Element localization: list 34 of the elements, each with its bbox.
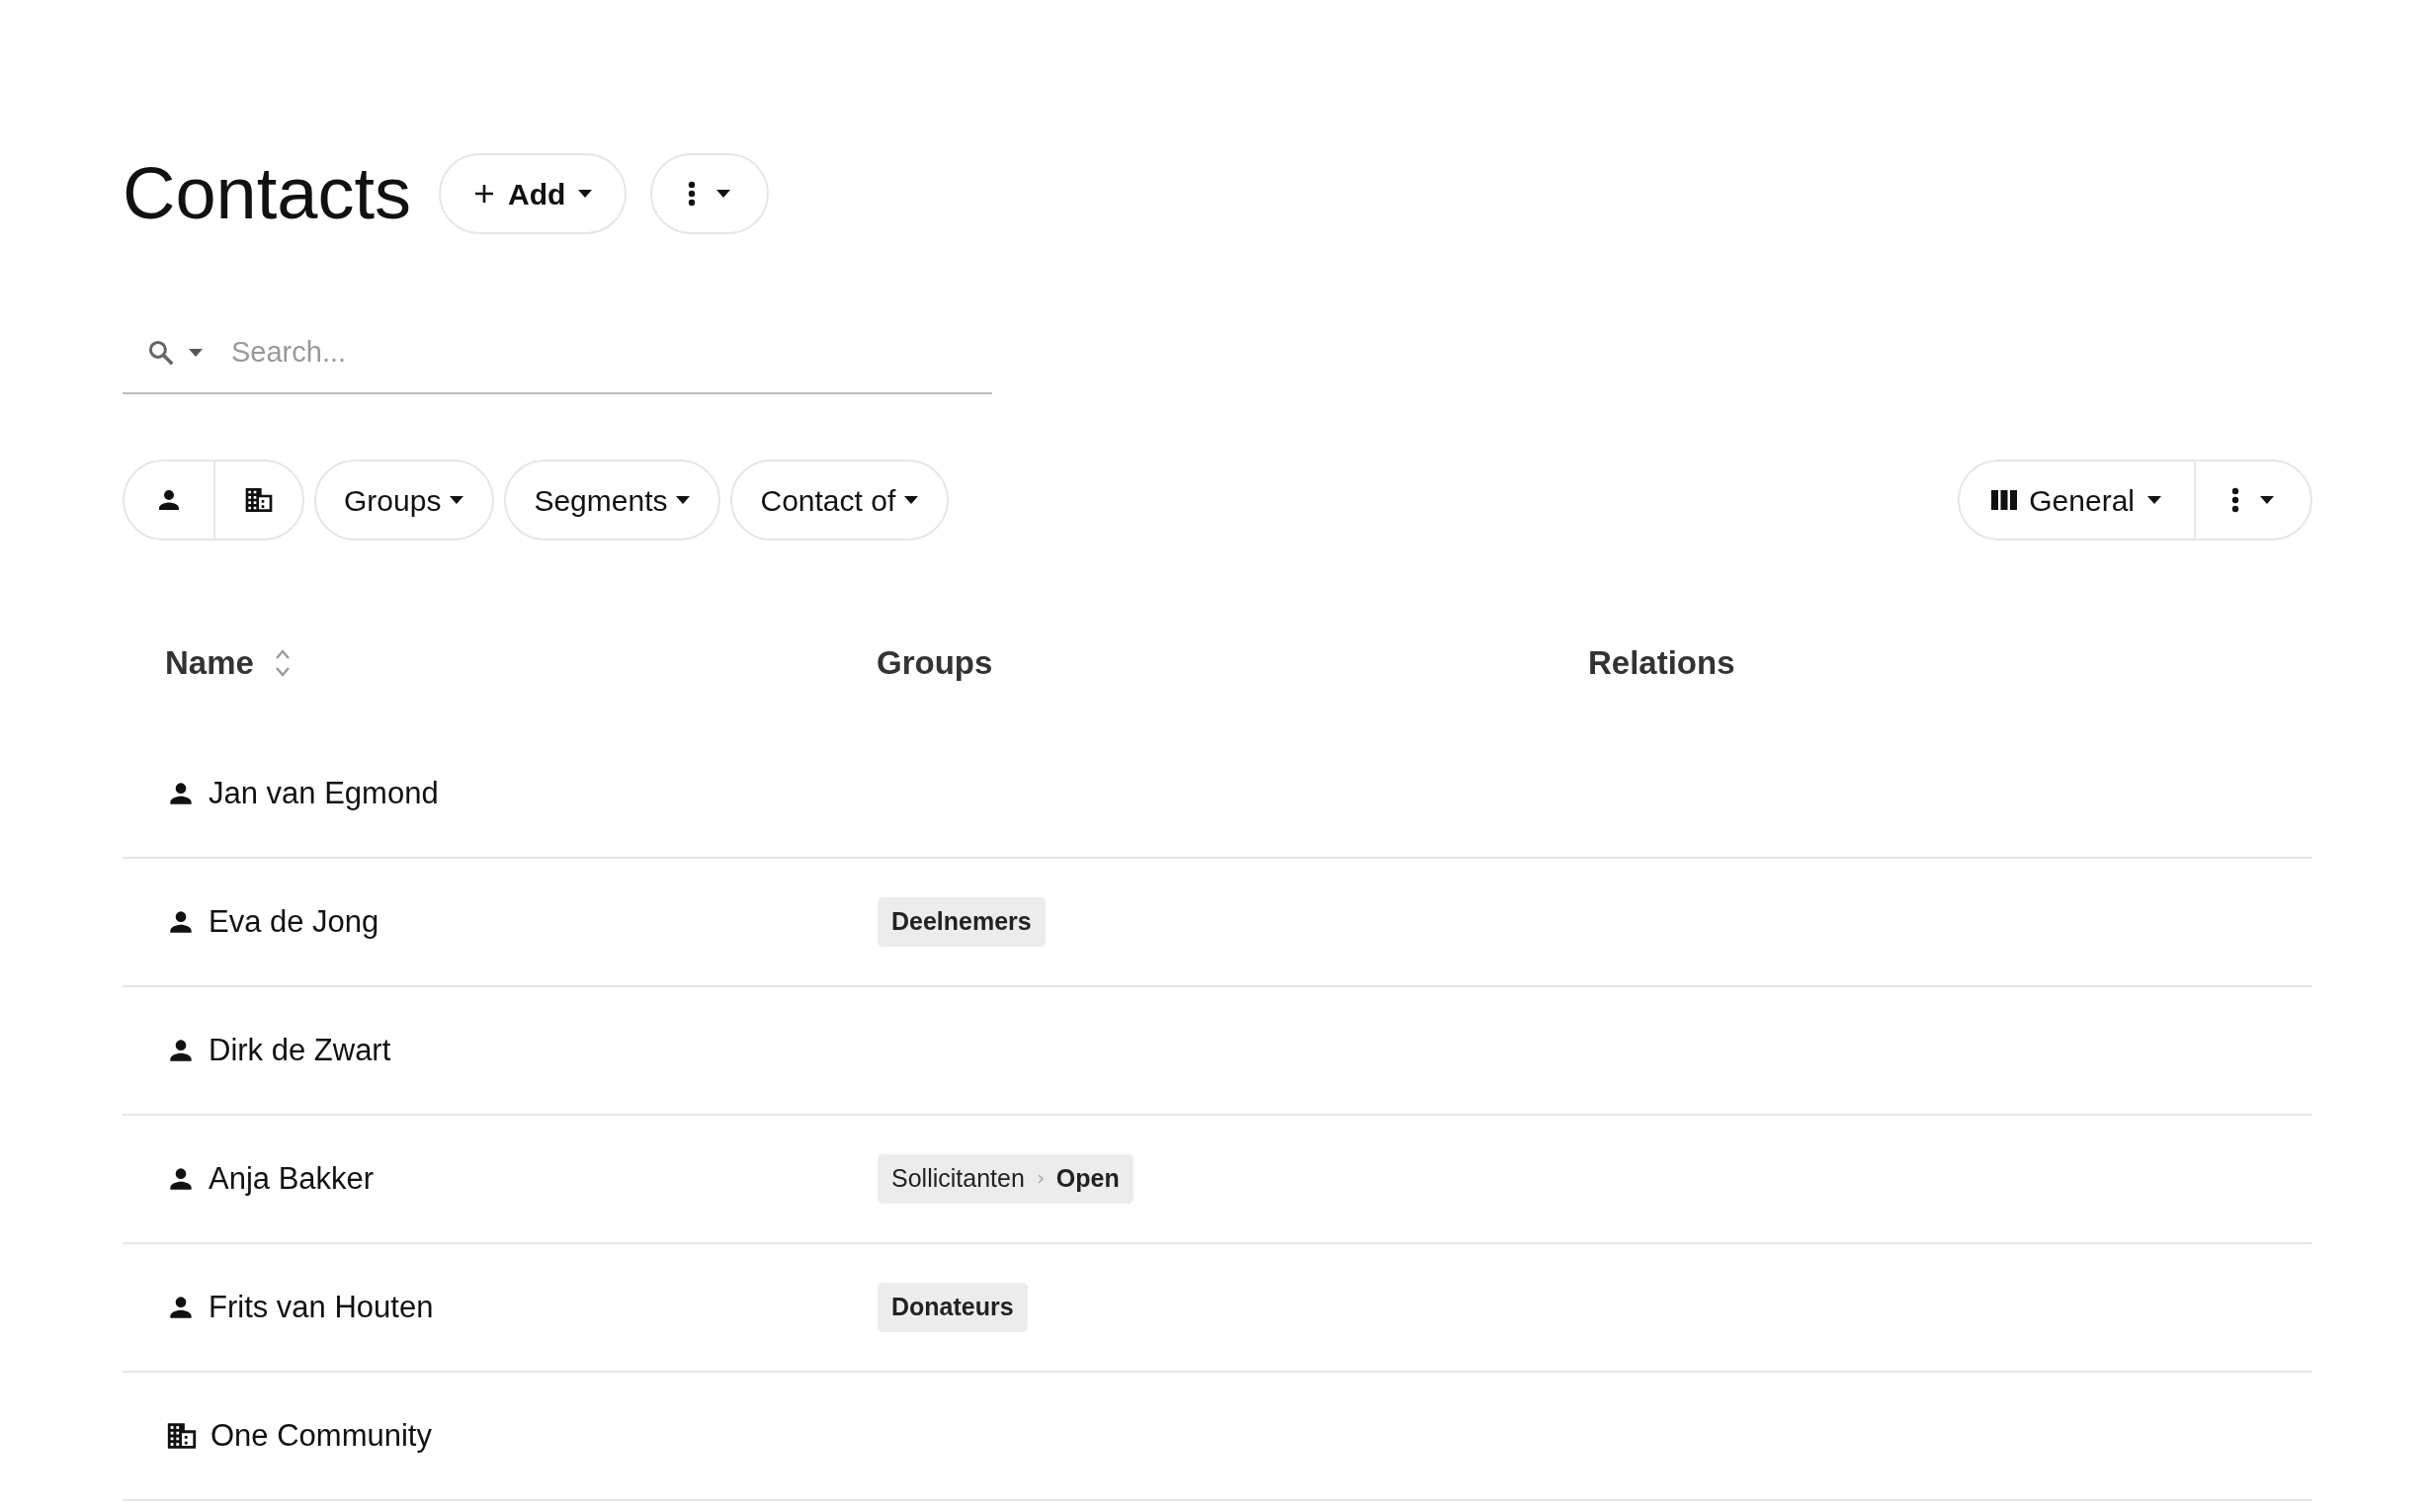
group-tag: Deelnemers [878, 897, 1046, 947]
caret-icon [2259, 495, 2275, 505]
column-header: Groups [877, 643, 993, 684]
search-input[interactable]: Search... [231, 331, 968, 375]
column-header: Relations [1588, 643, 1735, 684]
contact-name[interactable]: Anja Bakker [209, 1155, 375, 1203]
filter-dropdown[interactable]: Contact of [730, 460, 950, 541]
contact-name[interactable]: Dirk de Zwart [209, 1027, 391, 1074]
search-icon [146, 338, 176, 368]
contact-name[interactable]: Jan van Egmond [209, 770, 439, 817]
caret-icon [449, 495, 465, 505]
caret-icon [188, 348, 204, 358]
filter-dropdown[interactable]: Groups [314, 460, 495, 541]
columns-icon [1991, 490, 2018, 510]
caret-icon [715, 189, 732, 199]
chevron-icon [1036, 1173, 1045, 1185]
filter-dropdown[interactable]: Segments [504, 460, 721, 541]
contact-name[interactable]: One Community [210, 1412, 432, 1460]
tag-parent-text: Sollicitanten [891, 1163, 1025, 1195]
more-icon [688, 181, 697, 207]
search-field[interactable]: Search... [123, 313, 992, 394]
group-tag: Donateurs [878, 1283, 1028, 1332]
contact-name[interactable]: Frits van Houten [209, 1284, 434, 1331]
add-button[interactable]: Add [439, 153, 628, 234]
caret-icon [2146, 495, 2162, 505]
caret-icon [675, 495, 692, 505]
contact-name[interactable]: Eva de Jong [209, 898, 379, 946]
caret-icon [577, 189, 594, 199]
more-icon [2231, 487, 2239, 513]
tag-name-text: Open [1055, 1163, 1120, 1195]
page-title: Contacts [123, 157, 412, 230]
column-header: Name [165, 643, 254, 684]
view-dropdown[interactable]: General [1960, 462, 2194, 539]
caret-icon [903, 495, 920, 505]
